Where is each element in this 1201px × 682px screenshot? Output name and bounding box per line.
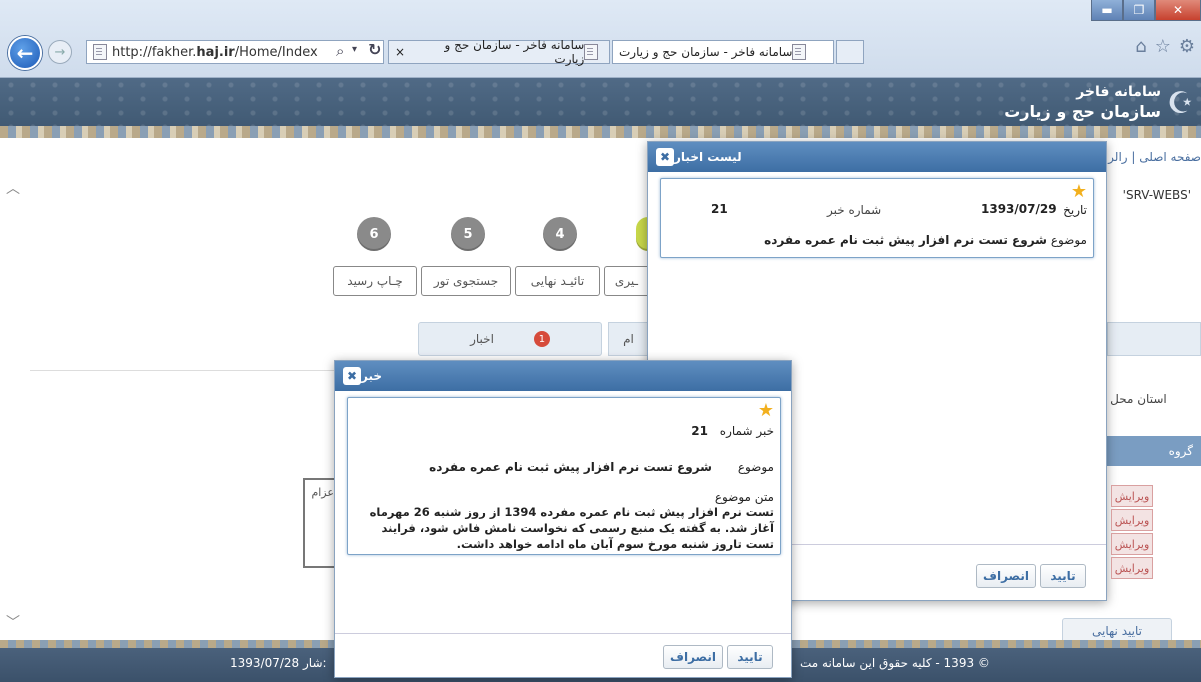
close-icon[interactable]: ✖ (656, 148, 674, 166)
news-modal-header: خبر ✖ (335, 361, 791, 391)
back-arrow-icon: ← (16, 41, 34, 65)
decorative-border (0, 126, 1201, 138)
other-tab-partial[interactable]: ام (608, 322, 648, 356)
print-receipt-button[interactable]: چـاپ رسید (333, 266, 417, 296)
news-subject-row: موضوع شروع تست نرم افزار پیش ثبت نام عمر… (429, 460, 774, 474)
news-modal-title: خبر (361, 369, 383, 383)
step-4-circle: 4 (543, 217, 577, 251)
tab-partial-right[interactable] (1107, 322, 1201, 356)
news-modal: خبر ✖ ★ خبر شماره 21 موضوع شروع تست نرم … (334, 360, 792, 678)
confirm-button[interactable]: تایید (727, 645, 773, 669)
url-domain: haj.ir (196, 44, 235, 60)
step-5-circle: 5 (451, 217, 485, 251)
tab-page-icon (584, 44, 598, 60)
dropdown-icon[interactable]: ▾ (352, 44, 357, 55)
close-icon[interactable]: ✖ (343, 367, 361, 385)
search-icon[interactable]: ⌕ (336, 42, 344, 60)
news-body: تست نرم افزار پیش ثبت نام عمره مفرده 139… (369, 505, 774, 551)
confirm-button[interactable]: تایید (1040, 564, 1086, 588)
news-number: 21 (691, 424, 708, 438)
scrollbar[interactable]: ︿ ﹀ (0, 150, 22, 640)
news-card: ★ خبر شماره 21 موضوع شروع تست نرم افزار … (347, 397, 781, 555)
close-window-button[interactable]: ✕ (1155, 0, 1201, 21)
scroll-down-icon[interactable]: ﹀ (6, 612, 20, 632)
body-label: متن موضوع (714, 490, 774, 504)
page-icon (93, 44, 107, 60)
cancel-button[interactable]: انصراف (663, 645, 723, 669)
maximize-button[interactable]: ❐ (1123, 0, 1155, 21)
back-button[interactable]: ← (8, 36, 42, 70)
url-path: /Home/Index (234, 44, 318, 60)
star-icon: ★ (1070, 181, 1087, 202)
footer-copyright: © 1393 - کلیه حقوق این سامانه مت (800, 656, 990, 670)
scroll-up-icon[interactable]: ︿ (6, 178, 20, 198)
news-number-label: خبر شماره (719, 424, 774, 438)
browser-chrome (0, 0, 1201, 78)
site-title-line1: سامانه فاخر (1076, 84, 1161, 100)
breadcrumb[interactable]: صفحه اصلی | رالر گ (1094, 150, 1201, 164)
dispatch-box-partial: اعزام (303, 478, 337, 568)
news-list-modal-title: لیست اخبار (674, 150, 742, 164)
news-list-item[interactable]: ★ تاریخ 1393/07/29 شماره خبر 21 موضوع شر… (660, 178, 1094, 258)
news-list-modal-header: لیست اخبار ✖ (648, 142, 1106, 172)
news-subject: شروع تست نرم افزار پیش ثبت نام عمره مفرد… (764, 233, 1047, 247)
tab-close-icon[interactable]: × (395, 45, 405, 59)
footer-date-value: 1393/07/28 (230, 656, 300, 670)
news-number-row: خبر شماره 21 (691, 424, 774, 438)
site-title-line2: سازمان حج و زیارت (1004, 102, 1161, 121)
footer-date: 1393/07/28 شار: (230, 656, 327, 670)
province-label: استان محل ا (1103, 392, 1167, 406)
news-number-label: شماره خبر (827, 203, 882, 217)
final-approval-button[interactable]: تائیـد نهایی (515, 266, 600, 296)
favorites-star-icon[interactable]: ☆ (1155, 36, 1171, 57)
news-tab-label: اخبار (470, 332, 494, 346)
news-tab[interactable]: 1 اخبار (418, 322, 602, 356)
edit-link[interactable]: ویرایش (1111, 509, 1153, 531)
minimize-button[interactable]: ▬ (1091, 0, 1123, 21)
divider (335, 633, 791, 634)
edit-link[interactable]: ویرایش (1111, 485, 1153, 507)
news-date: 1393/07/29 (981, 202, 1057, 216)
step-3-button-partial[interactable]: ـیری (604, 266, 648, 296)
forward-button[interactable]: → (48, 40, 72, 64)
star-icon: ★ (757, 400, 774, 421)
news-count-badge: 1 (533, 331, 550, 347)
news-number: 21 (711, 202, 728, 216)
tab-1[interactable]: سامانه فاخر - سازمان حج و زیارت × (388, 38, 610, 66)
browser-toolbar-icons: ⌂ ☆ ⚙ (1135, 36, 1195, 57)
tab-2-active[interactable]: سامانه فاخر - سازمان حج و زیارت (612, 40, 834, 64)
tab-label: سامانه فاخر - سازمان حج و زیارت (619, 45, 793, 59)
news-subject-row: موضوع شروع تست نرم افزار پیش ثبت نام عمر… (764, 233, 1087, 247)
search-tour-button[interactable]: جستجوی تور (421, 266, 511, 296)
tab-page-icon (792, 44, 807, 60)
new-tab-button[interactable] (836, 40, 864, 64)
step-6-circle: 6 (357, 217, 391, 251)
server-label: 'SRV-WEBS' (1122, 188, 1191, 202)
group-column-header: گروه (1107, 436, 1201, 466)
logo-icon: ☪ (1167, 86, 1194, 121)
date-label: تاریخ (1063, 203, 1087, 217)
news-subject: شروع تست نرم افزار پیش ثبت نام عمره مفرد… (429, 460, 712, 474)
forward-arrow-icon: → (54, 44, 66, 60)
edit-link[interactable]: ویرایش (1111, 557, 1153, 579)
edit-link[interactable]: ویرایش (1111, 533, 1153, 555)
subject-label: موضوع (737, 460, 774, 474)
site-title: سامانه فاخر سازمان حج و زیارت (1004, 82, 1161, 122)
settings-gear-icon[interactable]: ⚙ (1179, 36, 1195, 57)
subject-label: موضوع (1050, 233, 1087, 247)
footer-date-suffix: شار: (303, 656, 327, 670)
url-prefix: http://fakher. (112, 44, 197, 60)
refresh-icon[interactable]: ↻ (368, 40, 381, 59)
cancel-button[interactable]: انصراف (976, 564, 1036, 588)
window-controls: ▬ ❐ ✕ (1091, 0, 1201, 26)
tab-label: سامانه فاخر - سازمان حج و زیارت (444, 38, 585, 66)
home-icon[interactable]: ⌂ (1135, 36, 1146, 57)
